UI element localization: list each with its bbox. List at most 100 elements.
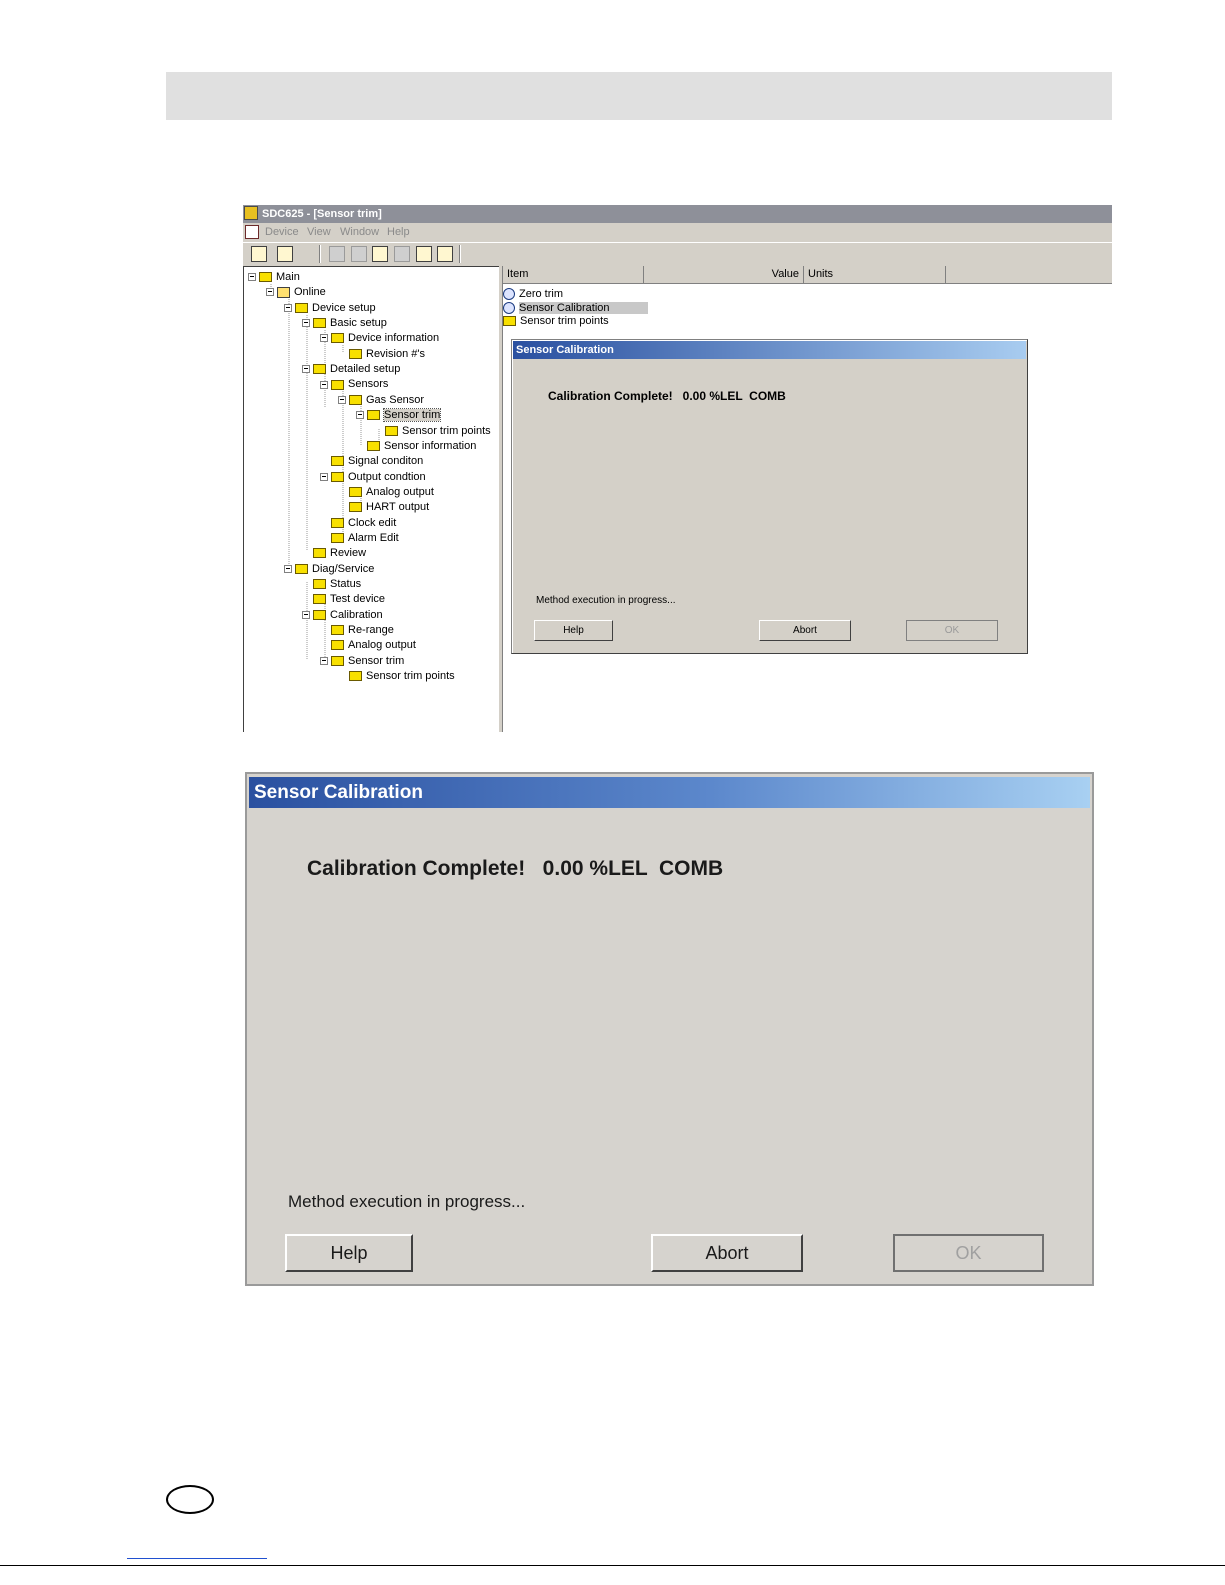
- collapse-icon[interactable]: [302, 610, 310, 619]
- collapse-icon[interactable]: [356, 411, 364, 420]
- collapse-icon[interactable]: [302, 365, 310, 374]
- tree-node[interactable]: Status: [302, 577, 361, 591]
- tree-node-label: Detailed setup: [330, 363, 401, 376]
- collapse-icon[interactable]: [266, 288, 274, 297]
- footer-rule: [0, 1565, 1225, 1566]
- tree-node[interactable]: Analog output: [338, 485, 434, 499]
- print-icon[interactable]: [394, 246, 410, 262]
- abort-button[interactable]: Abort: [759, 620, 851, 641]
- tree-node[interactable]: Alarm Edit: [320, 531, 399, 545]
- tree-node-label: Calibration: [330, 608, 383, 621]
- stop-icon[interactable]: [437, 246, 453, 262]
- folder-icon: [313, 609, 326, 620]
- folder-icon: [313, 318, 326, 329]
- tree-node[interactable]: Sensor trim points: [374, 424, 491, 438]
- folder-icon: [295, 302, 308, 313]
- column-units[interactable]: Units: [804, 266, 946, 283]
- device-icon[interactable]: [329, 246, 345, 262]
- folder-icon: [367, 440, 380, 451]
- tree-node[interactable]: Gas Sensor: [338, 393, 424, 407]
- tree-node[interactable]: Sensor trim: [356, 408, 442, 423]
- folder-icon: [367, 410, 380, 421]
- tree-node-label: Sensor information: [384, 439, 477, 452]
- folder-icon: [503, 316, 516, 327]
- tree-node[interactable]: Re-range: [320, 623, 394, 637]
- folder-icon: [313, 579, 326, 590]
- tree-node-label: Sensors: [348, 378, 389, 391]
- collapse-icon[interactable]: [320, 472, 328, 481]
- tree-node-label: HART output: [366, 501, 430, 514]
- tree-node[interactable]: Revision #'s: [338, 347, 425, 361]
- column-value[interactable]: Value: [644, 266, 804, 283]
- collapse-icon[interactable]: [284, 303, 292, 312]
- tree-node[interactable]: Analog output: [320, 638, 416, 652]
- list-item[interactable]: Sensor Calibration: [503, 301, 648, 315]
- folder-icon: [331, 517, 344, 528]
- tree-node[interactable]: Review: [302, 546, 366, 560]
- tree-node[interactable]: Clock edit: [320, 516, 396, 530]
- tree-pane[interactable]: Main Online Device setup Basic setup Device …: [243, 266, 499, 732]
- help-button[interactable]: Help: [285, 1234, 413, 1272]
- collapse-icon[interactable]: [338, 395, 346, 404]
- help-button[interactable]: Help: [534, 620, 613, 641]
- menu-device[interactable]: Device: [265, 223, 299, 242]
- tree-node-label: Main: [276, 271, 300, 283]
- dialog-title: Sensor Calibration: [513, 341, 1026, 359]
- tree-node[interactable]: Basic setup: [302, 316, 387, 330]
- list-item[interactable]: Zero trim: [503, 287, 563, 301]
- open-icon[interactable]: [277, 246, 293, 262]
- tree-node[interactable]: Output condtion: [320, 470, 426, 484]
- column-item[interactable]: Item: [503, 266, 644, 283]
- tree-node[interactable]: Diag/Service: [284, 562, 374, 576]
- menu-view[interactable]: View: [307, 223, 331, 242]
- tree-node[interactable]: Detailed setup: [302, 362, 400, 376]
- folder-icon: [349, 394, 362, 405]
- collapse-icon[interactable]: [302, 319, 310, 328]
- hand-icon[interactable]: [351, 246, 367, 262]
- list-item[interactable]: Sensor trim points: [503, 314, 609, 328]
- method-icon: [503, 288, 515, 301]
- folder-icon: [349, 348, 362, 359]
- collapse-icon[interactable]: [320, 334, 328, 343]
- tree-node-label: Basic setup: [330, 317, 387, 330]
- sdc625-window: SDC625 - [Sensor trim] Device View Windo…: [243, 205, 1112, 732]
- collapse-icon[interactable]: [284, 564, 292, 573]
- list-header: Item Value Units: [503, 266, 1112, 284]
- tree-node[interactable]: Calibration: [302, 608, 383, 622]
- ok-button[interactable]: OK: [906, 620, 998, 641]
- tree-node[interactable]: Online: [266, 285, 326, 299]
- tree-node[interactable]: Sensor trim points: [338, 669, 455, 683]
- toolbar-separator: [459, 245, 461, 263]
- abort-button[interactable]: Abort: [651, 1234, 803, 1272]
- tree-node[interactable]: Sensors: [320, 377, 388, 391]
- window-title: SDC625 - [Sensor trim]: [262, 208, 382, 220]
- collapse-icon[interactable]: [248, 273, 256, 282]
- folder-icon: [331, 379, 344, 390]
- tree-node-label: Test device: [330, 593, 386, 606]
- folder-icon: [349, 502, 362, 513]
- export-icon[interactable]: [416, 246, 432, 262]
- menu-window[interactable]: Window: [340, 223, 379, 242]
- toolbar-separator: [319, 245, 321, 263]
- tree-node[interactable]: Sensor information: [356, 439, 476, 453]
- tree-node[interactable]: Sensor trim: [320, 654, 404, 668]
- collapse-icon[interactable]: [320, 380, 328, 389]
- collapse-icon[interactable]: [320, 656, 328, 665]
- ok-button[interactable]: OK: [893, 1234, 1044, 1272]
- tree-node[interactable]: Device setup: [284, 301, 376, 315]
- sensor-calibration-dialog-small: Sensor Calibration Calibration Complete!…: [511, 339, 1028, 654]
- tree-node-label: Status: [330, 578, 362, 590]
- menu-help[interactable]: Help: [387, 223, 410, 242]
- tree-node[interactable]: Device information: [320, 331, 439, 345]
- language-badge: [166, 1485, 214, 1514]
- tree-node[interactable]: Main: [248, 270, 300, 284]
- tree-node[interactable]: Signal conditon: [320, 454, 423, 468]
- document-icon[interactable]: [245, 225, 259, 239]
- method-status: Method execution in progress...: [536, 595, 676, 606]
- new-icon[interactable]: [251, 246, 267, 262]
- read-icon[interactable]: [372, 246, 388, 262]
- tree-node[interactable]: Test device: [302, 592, 385, 606]
- tree-node-label: Analog output: [366, 485, 434, 498]
- folder-icon: [331, 333, 344, 344]
- tree-node[interactable]: HART output: [338, 500, 429, 514]
